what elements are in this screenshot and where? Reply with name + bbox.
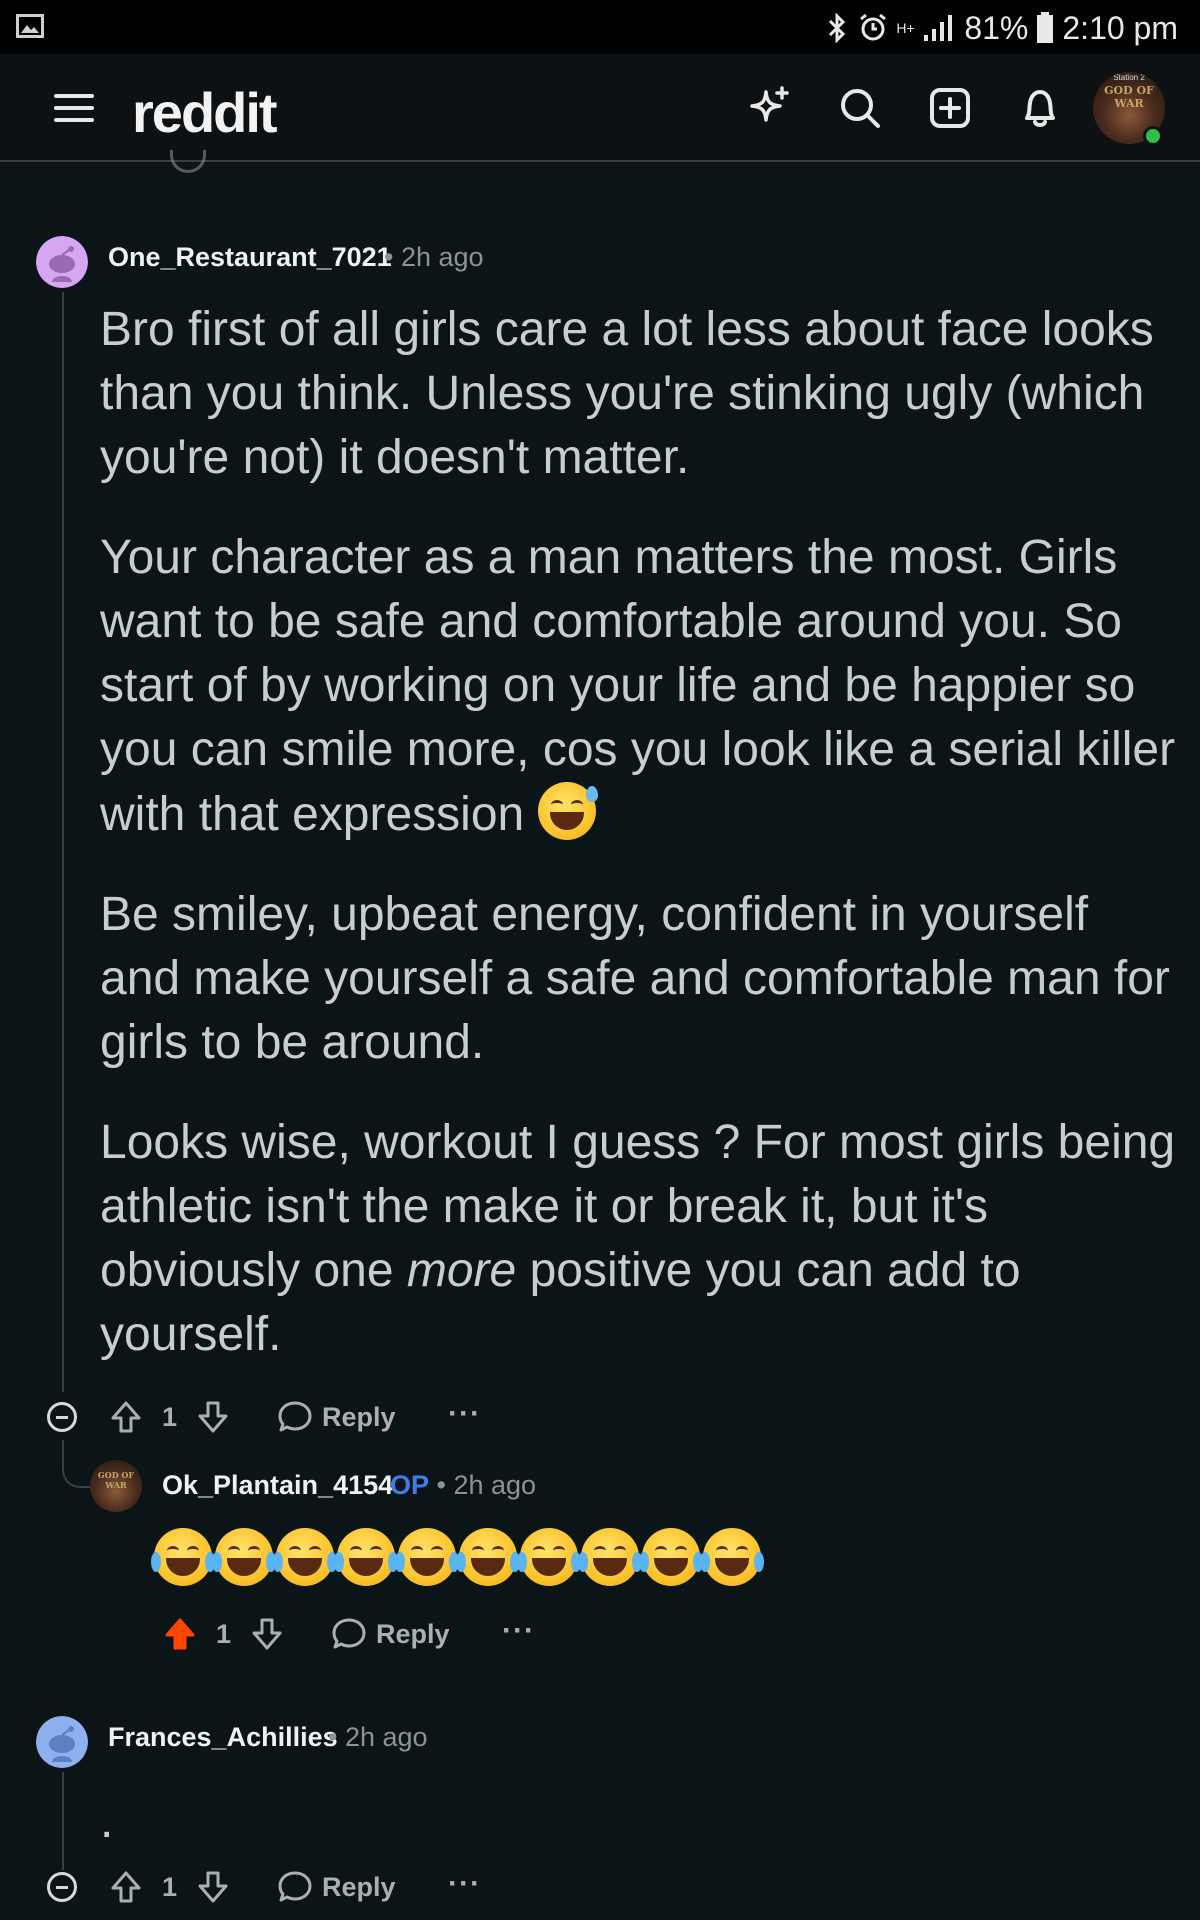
downvote-icon[interactable] xyxy=(247,1608,287,1660)
tears-of-joy-emoji xyxy=(517,1528,581,1586)
comment-paragraph: Looks wise, workout I guess ? For most g… xyxy=(100,1111,1180,1367)
thread-line[interactable] xyxy=(62,292,64,1392)
network-type: H+ xyxy=(896,20,915,36)
meta-separator: • xyxy=(328,1722,345,1752)
comment-paragraph: Be smiley, upbeat energy, confident in y… xyxy=(100,888,1170,1069)
emphasis-text: more xyxy=(406,1244,517,1297)
upvote-active-icon[interactable] xyxy=(160,1608,200,1660)
op-avatar[interactable]: GOD OF WAR xyxy=(90,1460,142,1512)
thread-line[interactable] xyxy=(62,1772,64,1870)
snoo-avatar[interactable] xyxy=(36,1716,88,1768)
comment-timestamp: 2h ago xyxy=(400,242,484,272)
comment-paragraph: Your character as a man matters the most… xyxy=(100,526,1180,847)
reply-thread-connector xyxy=(62,1440,92,1488)
reddit-logo[interactable]: reddit xyxy=(132,80,278,145)
reply-button[interactable]: Reply xyxy=(276,1391,396,1443)
gallery-notification-icon xyxy=(16,14,44,38)
more-options-button[interactable]: ··· xyxy=(502,1614,535,1648)
tears-of-joy-emoji xyxy=(273,1528,337,1586)
comment-actions: 1 Reply ··· xyxy=(0,1391,1200,1443)
battery-icon xyxy=(1037,12,1054,43)
reply-button[interactable]: Reply xyxy=(276,1861,396,1913)
vote-count: 1 xyxy=(162,1871,178,1902)
avatar-ps2-text: Station 2 xyxy=(1113,73,1145,82)
more-options-button[interactable]: ··· xyxy=(448,1867,481,1901)
alarm-icon xyxy=(860,13,887,41)
comment-meta: • 2h ago xyxy=(328,1722,428,1753)
signal-icon xyxy=(924,15,953,41)
status-bar: H+ 81% 2:10 pm xyxy=(0,0,1200,54)
meta-separator: • xyxy=(384,242,401,272)
reply-label: Reply xyxy=(322,1401,396,1432)
reply-timestamp: 2h ago xyxy=(453,1470,537,1500)
comment-paragraph: . xyxy=(100,1795,114,1848)
avatar-game-text: GOD OF WAR xyxy=(97,1470,135,1490)
menu-icon[interactable] xyxy=(50,84,98,132)
upvote-icon[interactable] xyxy=(106,1391,146,1443)
downvote-icon[interactable] xyxy=(193,1391,233,1443)
grinning-sweat-emoji xyxy=(537,782,598,840)
reply-bubble-icon xyxy=(278,1871,312,1902)
search-icon[interactable] xyxy=(836,84,884,132)
comment-body: Bro first of all girls care a lot less a… xyxy=(100,298,1180,1403)
downvote-icon[interactable] xyxy=(193,1861,233,1913)
avatar-game-text: GOD OF WAR xyxy=(1104,84,1154,110)
tears-of-joy-emoji xyxy=(334,1528,398,1586)
comment-paragraph-text: Your character as a man matters the most… xyxy=(100,531,1176,841)
reply-author[interactable]: Ok_Plantain_4154 xyxy=(162,1470,393,1501)
op-badge: OP xyxy=(390,1470,430,1500)
sparkle-icon[interactable] xyxy=(746,84,794,132)
tears-of-joy-emoji xyxy=(456,1528,520,1586)
app-header: reddit Station 2 GOD OF WAR xyxy=(0,54,1200,162)
reply-meta: OP • 2h ago xyxy=(390,1470,536,1501)
comment-time: • 2h ago xyxy=(384,242,484,273)
tears-of-joy-emoji xyxy=(578,1528,642,1586)
vote-count: 1 xyxy=(216,1618,232,1649)
reply-bubble-icon xyxy=(278,1401,312,1432)
more-options-button[interactable]: ··· xyxy=(448,1397,481,1431)
reply-label: Reply xyxy=(322,1871,396,1902)
tears-of-joy-emoji xyxy=(700,1528,764,1586)
tears-of-joy-emoji xyxy=(151,1528,215,1586)
reply-body xyxy=(151,1528,764,1590)
reply-actions: 1 Reply ··· xyxy=(0,1608,1200,1660)
tears-of-joy-emoji xyxy=(395,1528,459,1586)
reply-button[interactable]: Reply xyxy=(330,1608,450,1660)
comment-paragraph: Bro first of all girls care a lot less a… xyxy=(100,303,1154,484)
reply-label: Reply xyxy=(376,1618,450,1649)
meta-separator: • xyxy=(429,1470,454,1500)
comment-author[interactable]: Frances_Achillies xyxy=(108,1722,338,1753)
vote-count: 1 xyxy=(162,1401,178,1432)
clock: 2:10 pm xyxy=(1062,9,1178,46)
upvote-icon[interactable] xyxy=(106,1861,146,1913)
tears-of-joy-emoji xyxy=(639,1528,703,1586)
comment-actions: 1 Reply ··· xyxy=(0,1861,1200,1913)
battery-percent: 81% xyxy=(964,9,1029,46)
bluetooth-icon xyxy=(829,13,846,43)
previous-comment-edge xyxy=(170,150,206,173)
reply-bubble-icon xyxy=(332,1618,366,1649)
online-status-dot xyxy=(1143,126,1163,146)
status-bar-right: H+ 81% 2:10 pm xyxy=(824,8,1178,48)
snoo-avatar[interactable] xyxy=(36,236,88,288)
create-post-icon[interactable] xyxy=(926,84,974,132)
tears-of-joy-emoji xyxy=(212,1528,276,1586)
notifications-icon[interactable] xyxy=(1016,84,1064,132)
comment-timestamp: 2h ago xyxy=(344,1722,428,1752)
comment-author[interactable]: One_Restaurant_7021 xyxy=(108,242,392,273)
